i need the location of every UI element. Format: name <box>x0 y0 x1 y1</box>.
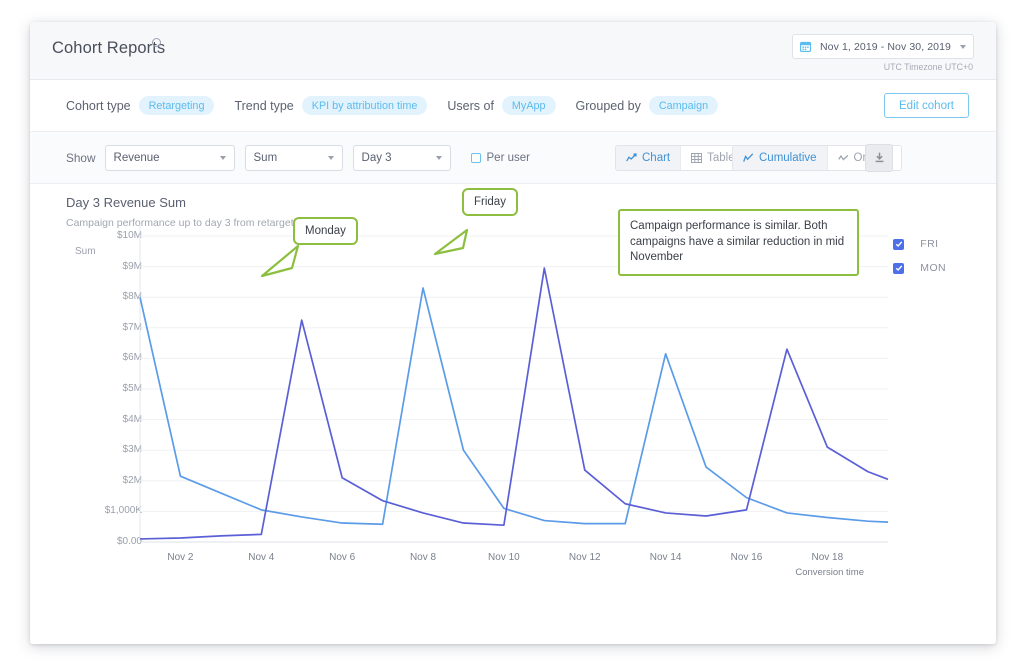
y-axis-tick-label: $0.00 <box>117 536 142 547</box>
x-axis-tick-label: Nov 16 <box>731 552 763 563</box>
y-axis-tick-label: $7M <box>123 322 142 333</box>
onday-icon <box>838 153 849 163</box>
trend-type-label: Trend type <box>234 99 293 113</box>
users-of-pill[interactable]: MyApp <box>502 96 556 115</box>
app-header: Cohort Reports Nov 1, 2019 - Nov 30, 201… <box>30 22 996 80</box>
monday-callout: Monday <box>293 217 358 245</box>
tab-chart-label: Chart <box>642 152 670 164</box>
checkbox-icon <box>471 153 481 163</box>
y-axis-labels: $10M $9M $8M $7M $6M $5M $4M $3M $2M $1,000K $0.00 <box>78 184 142 644</box>
y-axis-tick-label: $3M <box>123 444 142 455</box>
download-icon <box>873 151 886 164</box>
page-title: Cohort Reports <box>52 39 165 58</box>
aggregation-select[interactable]: Sum <box>245 145 343 171</box>
chart-icon <box>626 153 637 163</box>
users-of-label: Users of <box>447 99 494 113</box>
info-icon[interactable] <box>152 38 161 47</box>
cohort-type-label: Cohort type <box>66 99 131 113</box>
legend-label: MON <box>920 262 946 274</box>
cumulative-icon <box>743 153 754 163</box>
y-axis-tick-label: $5M <box>123 383 142 394</box>
controls-bar: Show Revenue Sum Day 3 Per user <box>30 132 996 184</box>
chevron-down-icon <box>328 156 334 160</box>
cohort-filter-bar: Cohort type Retargeting Trend type KPI b… <box>30 80 996 132</box>
calendar-icon <box>800 41 811 52</box>
callout-tail <box>435 230 467 254</box>
y-axis-tick-label: $2M <box>123 475 142 486</box>
grouped-by-label: Grouped by <box>576 99 641 113</box>
per-user-checkbox[interactable]: Per user <box>471 152 530 164</box>
callout-tail <box>262 246 298 276</box>
timezone-label: UTC Timezone UTC+0 <box>884 62 973 72</box>
metric-select-value: Revenue <box>114 152 220 164</box>
tab-table-label: Table <box>707 152 735 164</box>
x-axis-title: Conversion time <box>795 567 864 578</box>
legend-label: FRI <box>920 238 938 250</box>
screenshot-root: Cohort Reports Nov 1, 2019 - Nov 30, 201… <box>0 0 1024 672</box>
series-line-fri <box>140 288 888 524</box>
x-axis-tick-label: Nov 6 <box>329 552 355 563</box>
legend-item-mon[interactable]: MON <box>893 262 946 274</box>
edit-cohort-button[interactable]: Edit cohort <box>884 93 969 118</box>
metric-select[interactable]: Revenue <box>105 145 235 171</box>
show-label: Show <box>66 151 96 165</box>
y-axis-tick-label: $6M <box>123 352 142 363</box>
x-axis-tick-label: Nov 12 <box>569 552 601 563</box>
aggregation-select-value: Sum <box>254 152 328 164</box>
tab-chart-view[interactable]: Chart <box>616 146 680 170</box>
chevron-down-icon <box>436 156 442 160</box>
x-axis-tick-label: Nov 2 <box>167 552 193 563</box>
x-axis-tick-label: Nov 18 <box>812 552 844 563</box>
cohort-type-pill[interactable]: Retargeting <box>139 96 215 115</box>
y-axis-tick-label: $4M <box>123 414 142 425</box>
app-window: Cohort Reports Nov 1, 2019 - Nov 30, 201… <box>30 22 996 644</box>
day-select-value: Day 3 <box>362 152 436 164</box>
y-axis-tick-label: $9M <box>123 261 142 272</box>
note-callout: Campaign performance is similar. Both ca… <box>618 209 859 276</box>
date-range-picker[interactable]: Nov 1, 2019 - Nov 30, 2019 <box>792 34 974 59</box>
legend-item-fri[interactable]: FRI <box>893 238 946 250</box>
view-toggle-group: Chart Table <box>615 145 746 171</box>
grouped-by-pill[interactable]: Campaign <box>649 96 718 115</box>
per-user-label: Per user <box>487 152 530 164</box>
legend-checkbox-icon[interactable] <box>893 263 904 274</box>
chevron-down-icon <box>220 156 226 160</box>
series-line-mon <box>140 268 888 539</box>
x-axis-tick-label: Nov 4 <box>248 552 274 563</box>
x-axis-tick-label: Nov 14 <box>650 552 682 563</box>
chart-panel: Day 3 Revenue Sum Campaign performance u… <box>30 184 996 644</box>
x-axis-tick-label: Nov 8 <box>410 552 436 563</box>
y-axis-tick-label: $10M <box>117 230 142 241</box>
table-icon <box>691 153 702 163</box>
y-axis-tick-label: $8M <box>123 291 142 302</box>
day-select[interactable]: Day 3 <box>353 145 451 171</box>
chart-legend: FRI MON <box>893 238 946 286</box>
date-range-value: Nov 1, 2019 - Nov 30, 2019 <box>811 41 960 53</box>
tab-cumulative[interactable]: Cumulative <box>733 146 827 170</box>
y-axis-tick-label: $1,000K <box>105 505 142 516</box>
x-axis-tick-label: Nov 10 <box>488 552 520 563</box>
chevron-down-icon <box>960 45 966 49</box>
download-button[interactable] <box>865 144 893 172</box>
tab-cumulative-label: Cumulative <box>759 152 817 164</box>
legend-checkbox-icon[interactable] <box>893 239 904 250</box>
friday-callout: Friday <box>462 188 518 216</box>
trend-type-pill[interactable]: KPI by attribution time <box>302 96 428 115</box>
